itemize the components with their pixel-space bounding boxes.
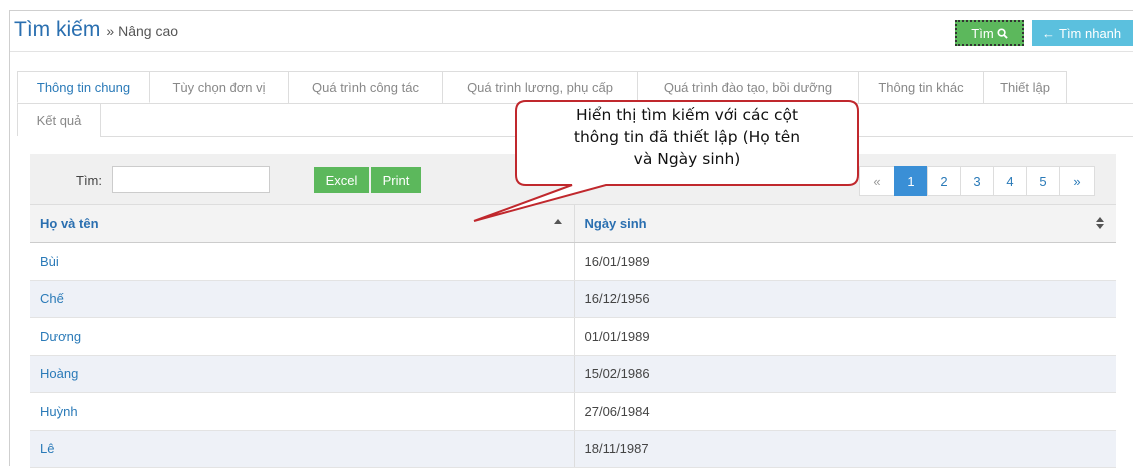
excel-export-button[interactable]: Excel: [314, 167, 369, 193]
search-button-label: Tìm: [971, 25, 994, 41]
tab-results[interactable]: Kết quả: [17, 104, 101, 136]
page-prev-button[interactable]: «: [859, 166, 895, 196]
callout-line: Hiển thị tìm kiếm với các cột: [575, 106, 799, 124]
birthdate-cell: 01/01/1989: [574, 317, 1116, 356]
search-button[interactable]: Tìm: [955, 20, 1024, 46]
sort-asc-icon: [553, 219, 562, 224]
quick-search-button[interactable]: ← Tìm nhanh: [1032, 20, 1133, 46]
tab-label: Tùy chọn đơn vị: [172, 80, 266, 95]
table-search-input[interactable]: [112, 166, 270, 193]
table-row: Bùi 16/01/1989: [30, 242, 1116, 281]
tab-label: Thông tin khác: [878, 80, 964, 95]
callout-line: và Ngày sinh): [633, 150, 741, 168]
page-button-2[interactable]: 2: [927, 166, 961, 196]
page-button-1[interactable]: 1: [894, 166, 928, 196]
tab-unit-options[interactable]: Tùy chọn đơn vị: [149, 71, 289, 103]
tab-label: Quá trình lương, phụ cấp: [467, 80, 613, 95]
pagination: « 1 2 3 4 5 »: [859, 166, 1095, 196]
name-cell[interactable]: Dương: [30, 317, 575, 356]
print-button[interactable]: Print: [371, 167, 421, 193]
table-row: Chế 16/12/1956: [30, 280, 1116, 318]
table-row: Lê 18/11/1987: [30, 430, 1116, 468]
tab-label: Thông tin chung: [36, 79, 131, 95]
tab-settings[interactable]: Thiết lập: [983, 71, 1067, 103]
page-button-3[interactable]: 3: [960, 166, 994, 196]
tab-label: Kết quả: [36, 112, 82, 128]
column-header-label: Ngày sinh: [584, 216, 647, 231]
arrow-left-icon: ←: [1042, 25, 1055, 41]
search-icon: [997, 27, 1008, 39]
page-subtitle: Nâng cao: [118, 23, 179, 39]
column-header-label: Họ và tên: [40, 216, 99, 231]
birthdate-cell: 18/11/1987: [574, 430, 1116, 468]
name-cell[interactable]: Chế: [30, 280, 575, 318]
page-header: Tìm kiếm » Nâng cao: [14, 18, 178, 48]
callout-line: thông tin đã thiết lập (Họ tên: [573, 128, 801, 146]
tab-work-history[interactable]: Quá trình công tác: [288, 71, 443, 103]
page-title: Tìm kiếm: [14, 18, 101, 41]
breadcrumb-separator: »: [106, 23, 115, 39]
sort-icon: [1096, 217, 1104, 229]
name-cell[interactable]: Huỳnh: [30, 392, 575, 431]
tab-training-history[interactable]: Quá trình đào tạo, bồi dưỡng: [637, 71, 859, 103]
birthdate-cell: 16/12/1956: [574, 280, 1116, 318]
table-header-row: Họ và tên Ngày sinh: [30, 204, 1116, 243]
table-search-label: Tìm:: [76, 173, 102, 188]
page-button-4[interactable]: 4: [993, 166, 1027, 196]
tab-label: Quá trình đào tạo, bồi dưỡng: [663, 80, 833, 95]
page-button-5[interactable]: 5: [1026, 166, 1060, 196]
callout-text: Hiển thị tìm kiếm với các cột thông tin …: [518, 104, 856, 170]
name-cell[interactable]: Lê: [30, 430, 575, 468]
table-row: Huỳnh 27/06/1984: [30, 392, 1116, 431]
results-table: Họ và tên Ngày sinh Bùi 16/01/1989 Chế 1…: [30, 204, 1116, 468]
table-row: Dương 01/01/1989: [30, 317, 1116, 356]
tab-label: Quá trình công tác: [312, 80, 419, 95]
page-next-button[interactable]: »: [1059, 166, 1095, 196]
birthdate-cell: 15/02/1986: [574, 355, 1116, 393]
tab-label: Thiết lập: [1000, 80, 1050, 95]
name-cell[interactable]: Bùi: [30, 242, 575, 281]
birthdate-cell: 27/06/1984: [574, 392, 1116, 431]
column-header-name[interactable]: Họ và tên: [30, 204, 575, 243]
header-divider: [10, 51, 1133, 52]
quick-search-label: Tìm nhanh: [1059, 25, 1122, 41]
name-cell[interactable]: Hoàng: [30, 355, 575, 393]
tab-other-info[interactable]: Thông tin khác: [858, 71, 984, 103]
table-row: Hoàng 15/02/1986: [30, 355, 1116, 393]
tab-salary-history[interactable]: Quá trình lương, phụ cấp: [442, 71, 638, 103]
tab-general-info[interactable]: Thông tin chung: [17, 71, 150, 103]
birthdate-cell: 16/01/1989: [574, 242, 1116, 281]
column-header-birthdate[interactable]: Ngày sinh: [574, 204, 1116, 243]
